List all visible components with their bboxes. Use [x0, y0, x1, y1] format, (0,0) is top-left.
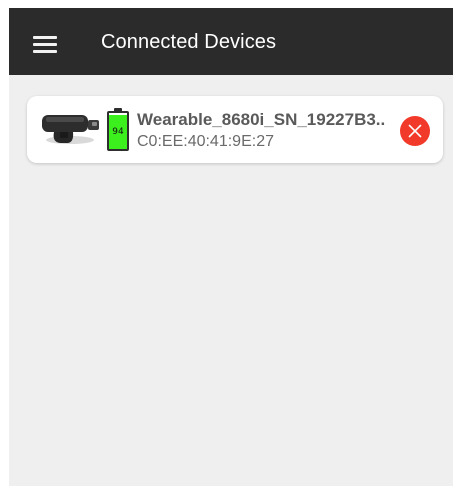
battery-body: 94	[107, 111, 129, 151]
hamburger-menu-icon[interactable]	[33, 35, 57, 53]
device-mac-address: C0:EE:40:41:9E:27	[137, 133, 274, 150]
wearable-scanner-icon	[42, 115, 99, 144]
page-title: Connected Devices	[101, 31, 277, 53]
app-screen: Connected Devices 94 Wearable_8680i_SN_1…	[9, 0, 453, 486]
device-list-item[interactable]: 94 Wearable_8680i_SN_19227B3.. C0:EE:40:…	[27, 96, 443, 163]
menu-line	[33, 43, 57, 46]
disconnect-button[interactable]	[400, 116, 430, 146]
menu-line	[33, 36, 57, 39]
close-icon	[408, 124, 422, 138]
app-bar: Connected Devices	[9, 8, 453, 75]
menu-line	[33, 50, 57, 53]
status-bar	[9, 0, 453, 8]
battery-level-text: 94	[112, 127, 124, 137]
battery-indicator: 94	[107, 108, 129, 151]
device-name: Wearable_8680i_SN_19227B3..	[137, 110, 386, 129]
